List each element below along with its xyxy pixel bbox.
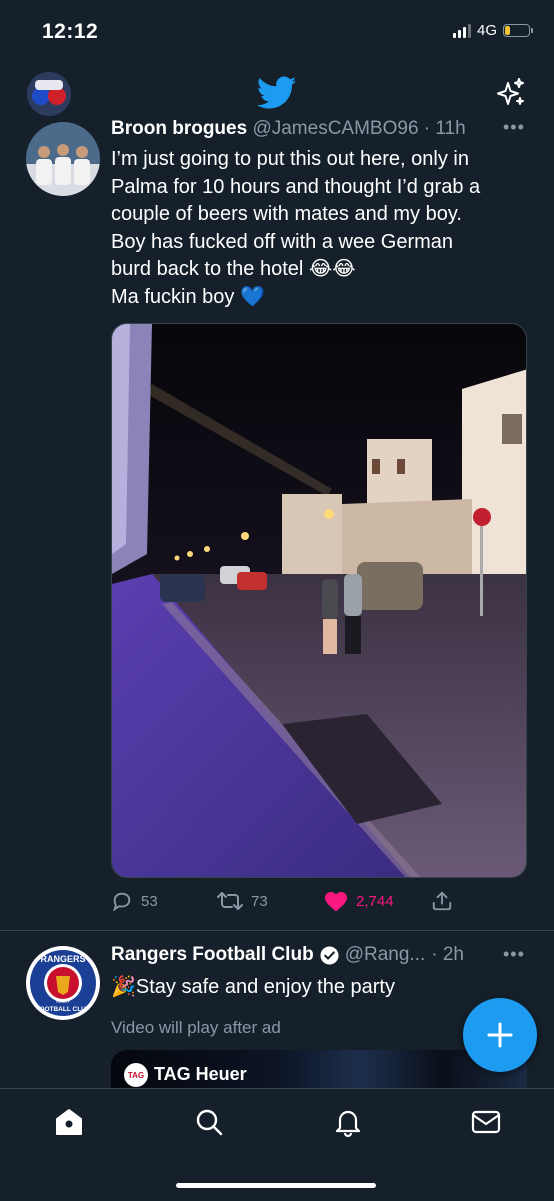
more-options-icon[interactable]: ••• bbox=[503, 117, 525, 138]
compose-tweet-button[interactable] bbox=[463, 998, 537, 1072]
retweet-count: 73 bbox=[251, 892, 268, 910]
tweet-text-line: I’m just going to put this out here, onl… bbox=[111, 148, 469, 170]
status-time: 12:12 bbox=[42, 20, 99, 43]
tweet-text-line: Palma for 10 hours and thought I’d grab … bbox=[111, 175, 481, 198]
tweet-text-line: Boy has fucked off with a wee German bbox=[111, 230, 454, 253]
tweet-text-line: burd back to the hotel 😂😂 bbox=[111, 258, 356, 280]
crest-ribbon-text: READY bbox=[56, 999, 70, 1004]
home-indicator bbox=[176, 1183, 376, 1188]
author-name[interactable]: Broon brogues bbox=[111, 118, 247, 139]
tweet-text-line: couple of beers with mates and my boy. bbox=[111, 203, 462, 225]
tweet-header: Rangers Football Club @Rang... · 2h bbox=[111, 944, 464, 966]
status-indicators: 4G bbox=[452, 22, 533, 39]
tweet-time: · 11h bbox=[423, 118, 466, 139]
more-options-icon[interactable]: ••• bbox=[503, 944, 525, 965]
share-icon bbox=[432, 891, 452, 911]
home-icon bbox=[56, 1109, 82, 1135]
tweet-header: Broon brogues @JamesCAMBO96 · 11h bbox=[111, 118, 466, 140]
retweet-icon bbox=[217, 892, 243, 910]
tab-notifications[interactable] bbox=[332, 1106, 364, 1143]
battery-icon bbox=[503, 24, 533, 37]
reply-icon bbox=[113, 892, 131, 912]
tweet-text: I’m just going to put this out here, onl… bbox=[111, 146, 521, 311]
tweet-time: · 2h bbox=[431, 944, 464, 965]
share-button[interactable] bbox=[431, 890, 453, 912]
tweet-photo[interactable] bbox=[111, 323, 527, 878]
messages-envelope-icon bbox=[471, 1110, 501, 1134]
tab-search[interactable] bbox=[193, 1106, 225, 1143]
author-name[interactable]: Rangers Football Club bbox=[111, 944, 314, 966]
sponsor-logo-icon: TAG bbox=[124, 1063, 148, 1087]
tweet-text: 🎉Stay safe and enjoy the party bbox=[111, 976, 395, 998]
plus-icon bbox=[487, 1022, 513, 1048]
sponsor-name: TAG Heuer bbox=[154, 1064, 247, 1084]
reply-button[interactable]: 53 bbox=[111, 890, 158, 912]
author-avatar[interactable] bbox=[26, 122, 100, 196]
signal-icon bbox=[452, 23, 471, 38]
twitter-bird-icon[interactable] bbox=[256, 76, 297, 115]
tweet-text-line: Ma fuckin boy 💙 bbox=[111, 285, 265, 308]
author-handle[interactable]: @JamesCAMBO96 bbox=[252, 118, 418, 139]
network-label: 4G bbox=[476, 22, 497, 39]
heart-icon bbox=[325, 892, 347, 912]
notifications-bell-icon bbox=[335, 1110, 361, 1138]
sparkle-icon[interactable] bbox=[495, 77, 527, 114]
profile-avatar[interactable] bbox=[27, 72, 71, 116]
video-ad-notice: Video will play after ad bbox=[111, 1018, 281, 1037]
tweet-divider bbox=[0, 930, 554, 931]
crest-top-text: RANGERS bbox=[40, 954, 85, 964]
reply-count: 53 bbox=[141, 892, 158, 910]
tab-home[interactable] bbox=[53, 1106, 85, 1143]
like-count: 2,744 bbox=[356, 892, 394, 910]
like-button[interactable]: 2,744 bbox=[324, 890, 394, 912]
tab-messages[interactable] bbox=[470, 1106, 502, 1143]
rangers-avatar[interactable]: RANGERS FOOTBALL CLUB READY bbox=[26, 946, 100, 1020]
author-handle[interactable]: @Rang... bbox=[345, 944, 426, 966]
verified-badge-icon bbox=[320, 945, 339, 965]
crest-bottom-text: FOOTBALL CLUB bbox=[35, 1006, 90, 1013]
search-icon bbox=[196, 1109, 223, 1136]
retweet-button[interactable]: 73 bbox=[217, 890, 268, 912]
